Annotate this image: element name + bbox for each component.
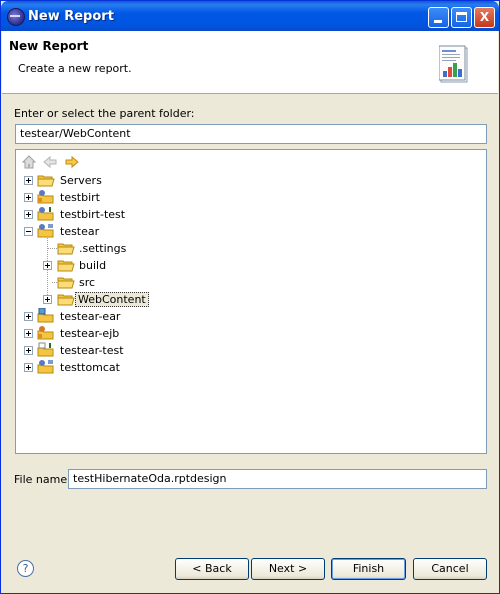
expand-icon[interactable] (43, 295, 52, 304)
project-icon (37, 342, 54, 357)
finish-button[interactable]: Finish (331, 558, 406, 580)
folder-icon (57, 260, 75, 272)
project-icon (37, 224, 54, 238)
window-title: New Report (28, 9, 114, 24)
maximize-icon (456, 12, 467, 22)
tree-item-label: build (79, 259, 107, 272)
expand-icon[interactable] (24, 346, 33, 355)
tree-item-testear-ejb[interactable]: testear-ejb (16, 325, 486, 342)
next-button[interactable]: Next > (251, 558, 325, 580)
report-wizard-icon (439, 45, 468, 83)
tree-item-label: src (79, 276, 96, 289)
tree-item-label: testear (60, 225, 100, 238)
tree-item-testear-test[interactable]: testear-test (16, 342, 486, 359)
tree-item-webcontent[interactable]: WebContent (16, 291, 486, 308)
parent-folder-input[interactable]: testear/WebContent (15, 124, 487, 144)
expand-icon[interactable] (24, 176, 33, 185)
title-bar[interactable]: New Report X (1, 1, 499, 31)
folder-icon (37, 175, 55, 187)
tree-item-label: testbirt-test (60, 208, 126, 221)
wizard-title: New Report (9, 39, 89, 53)
home-icon[interactable] (21, 154, 37, 170)
tree-item-build[interactable]: build (16, 257, 486, 274)
help-button[interactable]: ? (17, 560, 34, 577)
tree-item-testtomcat[interactable]: testtomcat (16, 359, 486, 376)
project-icon (37, 360, 54, 374)
project-icon (37, 190, 54, 204)
back-button[interactable]: < Back (175, 558, 249, 580)
tree-item-label: testear-ejb (60, 327, 120, 340)
tree-item-testear-ear[interactable]: testear-ear (16, 308, 486, 325)
tree-item-label: WebContent (75, 292, 149, 307)
expand-icon[interactable] (24, 193, 33, 202)
close-button[interactable]: X (474, 7, 495, 28)
tree-item-label: testbirt (60, 191, 100, 204)
tree-item-src[interactable]: src (16, 274, 486, 291)
minimize-button[interactable] (428, 7, 449, 28)
ejb-project-icon (37, 326, 54, 340)
tree-item-label: .settings (79, 242, 127, 255)
back-arrow-icon[interactable] (42, 154, 58, 170)
parent-folder-label: Enter or select the parent folder: (14, 107, 195, 120)
close-icon: X (479, 10, 490, 24)
expand-icon[interactable] (24, 329, 33, 338)
collapse-icon[interactable] (24, 227, 33, 236)
folder-icon (57, 294, 75, 306)
folder-icon (57, 243, 75, 255)
eclipse-icon (7, 8, 25, 26)
file-name-input[interactable]: testHibernateOda.rptdesign (68, 469, 487, 489)
expand-icon[interactable] (24, 363, 33, 372)
tree-item-testear[interactable]: testear (16, 223, 486, 240)
folder-icon (57, 277, 75, 289)
expand-icon[interactable] (43, 261, 52, 270)
project-icon (37, 207, 54, 221)
expand-icon[interactable] (24, 210, 33, 219)
tree-item-label: testear-test (60, 344, 124, 357)
maximize-button[interactable] (451, 7, 472, 28)
new-report-dialog: New Report X New Report Create a new rep… (0, 0, 500, 594)
tree-item-label: testtomcat (60, 361, 120, 374)
minimize-icon (434, 20, 442, 23)
tree-item-testbirt[interactable]: testbirt (16, 189, 486, 206)
folder-tree[interactable]: Servers testbirt testbirt-test testear .… (15, 149, 487, 454)
tree-item-label: Servers (60, 174, 102, 187)
wizard-header: New Report Create a new report. (2, 31, 498, 94)
tree-item-servers[interactable]: Servers (16, 172, 486, 189)
file-name-label: File name: (14, 473, 71, 486)
wizard-description: Create a new report. (18, 62, 132, 75)
cancel-button[interactable]: Cancel (413, 558, 487, 580)
tree-item-settings[interactable]: .settings (16, 240, 486, 257)
ear-project-icon (37, 308, 54, 323)
tree-item-testbirt-test[interactable]: testbirt-test (16, 206, 486, 223)
forward-arrow-icon[interactable] (64, 154, 80, 170)
tree-item-label: testear-ear (60, 310, 121, 323)
expand-icon[interactable] (24, 312, 33, 321)
